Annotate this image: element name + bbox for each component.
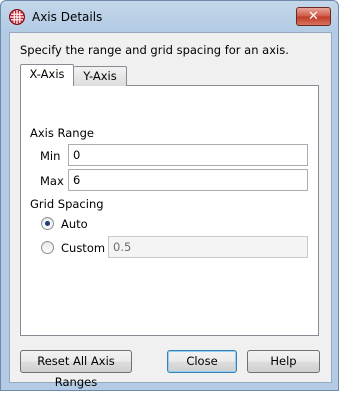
- dialog-body: Specify the range and grid spacing for a…: [9, 32, 332, 389]
- grid-spacing-heading: Grid Spacing: [30, 197, 104, 211]
- custom-label[interactable]: Custom: [61, 241, 105, 255]
- help-button[interactable]: Help: [247, 350, 320, 373]
- custom-spacing-input[interactable]: 0.5: [108, 236, 308, 258]
- window-close-button[interactable]: ✕: [296, 7, 331, 26]
- x-axis-tab-panel: Axis Range Min 0 Max 6 Grid Spacing Auto…: [20, 85, 319, 336]
- custom-radio[interactable]: [41, 241, 54, 254]
- axis-range-heading: Axis Range: [30, 126, 94, 140]
- max-input[interactable]: 6: [68, 169, 308, 191]
- title-bar[interactable]: Axis Details ✕: [1, 1, 338, 31]
- close-icon: ✕: [308, 9, 319, 24]
- max-label: Max: [40, 174, 64, 188]
- axis-details-window: Axis Details ✕ Specify the range and gri…: [0, 0, 339, 391]
- tab-x-axis[interactable]: X-Axis: [20, 64, 74, 86]
- auto-label[interactable]: Auto: [61, 217, 88, 231]
- instructions-text: Specify the range and grid spacing for a…: [20, 43, 289, 57]
- min-input[interactable]: 0: [68, 144, 308, 166]
- tab-y-axis[interactable]: Y-Axis: [74, 66, 127, 86]
- auto-radio[interactable]: [41, 217, 54, 230]
- grid-globe-icon: [9, 9, 25, 25]
- min-label: Min: [40, 149, 61, 163]
- window-title: Axis Details: [32, 10, 103, 24]
- reset-all-axis-ranges-button[interactable]: Reset All Axis Ranges: [20, 350, 132, 389]
- close-button[interactable]: Close: [167, 350, 237, 373]
